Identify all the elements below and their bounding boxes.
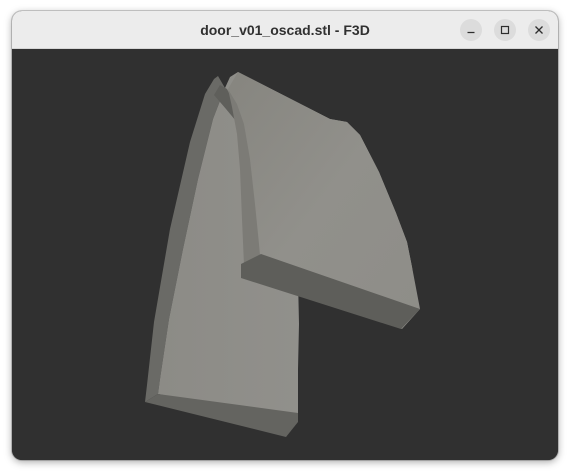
app-window: door_v01_oscad.stl - F3D [12,11,558,460]
door-model [145,72,420,437]
maximize-icon [500,25,510,35]
title-bar[interactable]: door_v01_oscad.stl - F3D [12,11,558,49]
3d-viewport[interactable] [12,49,558,460]
close-icon [535,26,543,34]
maximize-button[interactable] [494,19,516,41]
minimize-button[interactable] [460,19,482,41]
minimize-icon [467,31,475,34]
close-button[interactable] [528,19,550,41]
